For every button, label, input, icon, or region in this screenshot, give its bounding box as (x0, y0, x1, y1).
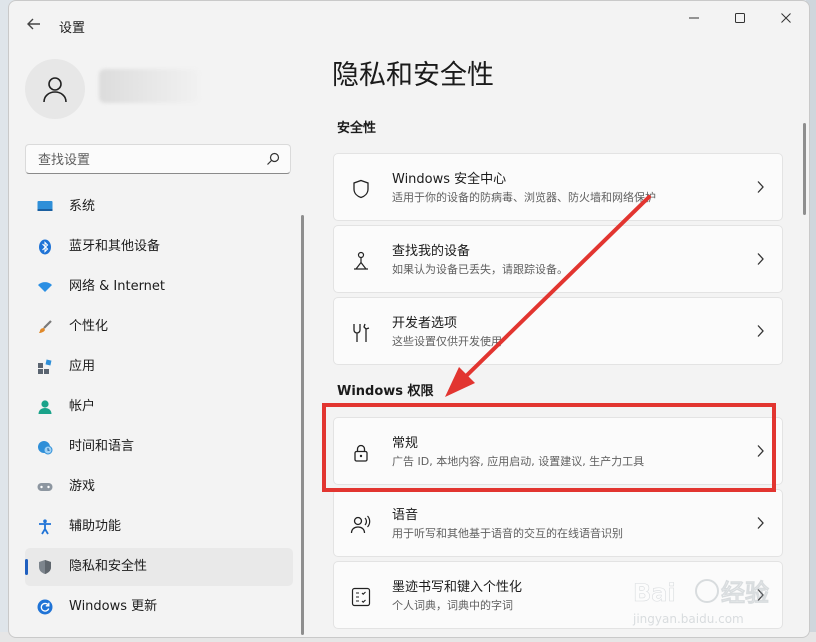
gamepad-icon (37, 479, 53, 495)
find-device-icon (350, 250, 372, 272)
sidebar-nav: 系统 蓝牙和其他设备 网络 & Internet 个性化 应用 帐户 时间和语言… (25, 188, 293, 628)
section-title-security: 安全性 (337, 121, 377, 136)
card-title: Windows 安全中心 (392, 172, 507, 187)
close-button[interactable] (763, 1, 809, 35)
sidebar-item-label: 个性化 (69, 319, 109, 334)
svg-text:jingyan.baidu.com: jingyan.baidu.com (632, 612, 744, 626)
shield-icon (37, 559, 53, 575)
account-icon (37, 399, 53, 415)
sidebar-item-apps[interactable]: 应用 (25, 348, 293, 386)
card-subtitle: 用于听写和其他基于语音的交互的在线语音识别 (392, 527, 623, 540)
shield-outline-icon (350, 178, 372, 200)
minimize-icon (689, 17, 699, 19)
sidebar-item-label: 辅助功能 (69, 519, 122, 534)
sidebar-item-label: 应用 (69, 359, 96, 374)
search-icon (267, 152, 280, 165)
sidebar-item-label: 游戏 (69, 479, 96, 494)
settings-window: 设置 系统 (8, 0, 810, 638)
card-title: 开发者选项 (392, 316, 458, 331)
sidebar-item-label: Windows 更新 (69, 599, 158, 614)
update-icon (37, 599, 53, 615)
time-language-icon (37, 439, 53, 455)
main-scrollbar[interactable] (803, 123, 806, 215)
card-title: 查找我的设备 (392, 244, 471, 259)
chevron-right-icon (757, 181, 764, 193)
sidebar-item-privacy-security[interactable]: 隐私和安全性 (25, 548, 293, 586)
page-title: 隐私和安全性 (332, 60, 494, 91)
card-title: 墨迹书写和键入个性化 (392, 580, 523, 595)
card-speech[interactable]: 语音 用于听写和其他基于语音的交互的在线语音识别 (333, 489, 783, 557)
section-title-windows-permissions: Windows 权限 (337, 384, 434, 399)
system-display-icon (37, 199, 53, 215)
card-subtitle: 个人词典，词典中的字词 (392, 599, 513, 612)
app-title: 设置 (59, 21, 86, 36)
card-find-my-device[interactable]: 查找我的设备 如果认为设备已丢失，请跟踪设备。 (333, 225, 783, 293)
title-bar: 设置 (9, 1, 809, 49)
back-button[interactable] (23, 13, 45, 35)
search-input[interactable] (36, 145, 260, 175)
sidebar-item-windows-update[interactable]: Windows 更新 (25, 588, 293, 626)
sidebar-item-accessibility[interactable]: 辅助功能 (25, 508, 293, 546)
close-icon (781, 13, 791, 23)
sidebar-item-label: 时间和语言 (69, 439, 135, 454)
sidebar-item-network[interactable]: 网络 & Internet (25, 268, 293, 306)
annotation-highlight-box (322, 403, 776, 492)
search-box[interactable] (25, 144, 291, 175)
chevron-right-icon (757, 517, 764, 529)
sidebar-item-label: 蓝牙和其他设备 (69, 239, 161, 254)
svg-text:经验: 经验 (721, 579, 769, 607)
bluetooth-icon (37, 239, 53, 255)
minimize-button[interactable] (671, 1, 717, 35)
blurred-account-name (99, 69, 199, 103)
chevron-right-icon (757, 253, 764, 265)
sidebar-scrollbar[interactable] (301, 215, 304, 635)
wifi-icon (37, 279, 53, 295)
card-subtitle: 适用于你的设备的防病毒、浏览器、防火墙和网络保护 (392, 191, 656, 204)
sidebar-item-accounts[interactable]: 帐户 (25, 388, 293, 426)
chevron-right-icon (757, 325, 764, 337)
sidebar-item-personalization[interactable]: 个性化 (25, 308, 293, 346)
svg-text:Bai: Bai (633, 579, 676, 607)
sidebar-item-system[interactable]: 系统 (25, 188, 293, 226)
sidebar-item-label: 网络 & Internet (69, 279, 166, 294)
sidebar-item-gaming[interactable]: 游戏 (25, 468, 293, 506)
speech-icon (350, 514, 372, 536)
sidebar-item-time-language[interactable]: 时间和语言 (25, 428, 293, 466)
developer-tools-icon (350, 322, 372, 344)
apps-icon (37, 359, 53, 375)
card-subtitle: 这些设置仅供开发使用 (392, 335, 502, 348)
brush-icon (37, 319, 53, 335)
accessibility-icon (37, 519, 53, 535)
maximize-button[interactable] (717, 1, 763, 35)
handwriting-icon (350, 586, 372, 608)
card-title: 语音 (392, 508, 419, 523)
selection-indicator (25, 559, 28, 575)
card-subtitle: 如果认为设备已丢失，请跟踪设备。 (392, 263, 568, 276)
watermark-logo: Bai 经验 jingyan.baidu.com (632, 579, 769, 626)
back-arrow-icon (27, 18, 40, 30)
card-developer-options[interactable]: 开发者选项 这些设置仅供开发使用 (333, 297, 783, 365)
sidebar-item-label: 系统 (69, 199, 96, 214)
sidebar-item-bluetooth[interactable]: 蓝牙和其他设备 (25, 228, 293, 266)
maximize-icon (735, 13, 745, 23)
user-icon (43, 77, 67, 103)
sidebar-item-label: 帐户 (69, 399, 96, 414)
sidebar-item-label: 隐私和安全性 (69, 559, 148, 574)
avatar[interactable] (25, 59, 85, 119)
card-windows-security[interactable]: Windows 安全中心 适用于你的设备的防病毒、浏览器、防火墙和网络保护 (333, 153, 783, 221)
